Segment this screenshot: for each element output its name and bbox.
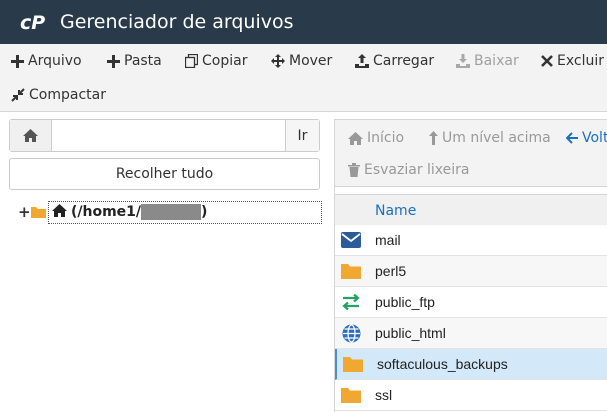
table-row[interactable]: ssl xyxy=(335,380,607,411)
upload-icon xyxy=(355,54,369,68)
plus-icon xyxy=(107,54,120,68)
redacted-username xyxy=(141,204,202,220)
path-input[interactable] xyxy=(52,120,285,151)
plus-icon xyxy=(11,54,24,68)
home-icon xyxy=(348,131,363,145)
folder-icon xyxy=(340,385,362,405)
svg-text:cP: cP xyxy=(20,12,45,33)
compress-button[interactable]: Compactar xyxy=(11,84,106,106)
copy-button[interactable]: Copiar xyxy=(185,50,247,72)
up-one-level-button[interactable]: Um nível acima xyxy=(429,128,551,148)
copy-icon xyxy=(185,54,198,68)
home-icon xyxy=(10,120,52,151)
home-nav-button[interactable]: Início xyxy=(348,128,404,148)
table-row[interactable]: public_ftp xyxy=(335,287,607,318)
trash-icon xyxy=(348,163,360,177)
up-one-level-label: Um nível acima xyxy=(442,130,551,146)
new-file-label: Arquivo xyxy=(28,53,82,69)
path-bar: Ir xyxy=(9,119,320,152)
table-row[interactable]: mail xyxy=(335,225,607,256)
new-folder-label: Pasta xyxy=(124,53,162,69)
download-label: Baixar xyxy=(474,53,519,69)
download-button[interactable]: Baixar xyxy=(456,50,519,72)
folder-icon xyxy=(31,206,46,218)
close-icon xyxy=(541,55,553,67)
tree-root-label: (/home1/) xyxy=(71,204,208,220)
home-nav-label: Início xyxy=(367,130,405,146)
move-arrows-icon xyxy=(271,54,285,68)
go-button[interactable]: Ir xyxy=(285,120,319,151)
home-icon xyxy=(52,203,67,221)
back-label: Volt xyxy=(582,130,607,146)
empty-trash-label: Esvaziar lixeira xyxy=(364,162,470,178)
tree-root-node[interactable]: (/home1/) xyxy=(48,200,322,224)
move-button[interactable]: Mover xyxy=(271,50,332,72)
mail-icon xyxy=(340,230,362,250)
file-name: mail xyxy=(375,232,401,248)
file-name: softaculous_backups xyxy=(377,356,508,372)
file-list-pane: Início Um nível acima Volt Esvaziar lixe… xyxy=(334,119,607,412)
file-name: perl5 xyxy=(375,263,407,279)
collapse-all-button[interactable]: Recolher tudo xyxy=(9,158,320,190)
table-row[interactable]: softaculous_backups xyxy=(335,349,607,380)
folder-icon xyxy=(340,261,362,281)
delete-button[interactable]: Excluir xyxy=(541,50,604,72)
column-name-header[interactable]: Name xyxy=(375,203,416,219)
level-up-icon xyxy=(429,131,438,145)
copy-label: Copiar xyxy=(202,53,248,69)
compress-label: Compactar xyxy=(29,87,106,103)
arrow-left-icon xyxy=(566,132,578,144)
move-label: Mover xyxy=(289,53,333,69)
expand-toggle[interactable]: + xyxy=(18,203,31,221)
download-icon xyxy=(456,54,470,68)
file-name: ssl xyxy=(375,387,393,403)
delete-label: Excluir xyxy=(557,53,604,69)
globe-icon xyxy=(340,323,362,343)
table-row[interactable]: public_html xyxy=(335,318,607,349)
navigation-bar: Início Um nível acima Volt Esvaziar lixe… xyxy=(335,119,607,187)
empty-trash-button[interactable]: Esvaziar lixeira xyxy=(348,160,470,180)
new-file-button[interactable]: Arquivo xyxy=(11,50,82,72)
table-header: Name xyxy=(335,194,607,228)
upload-label: Carregar xyxy=(373,53,435,69)
cpanel-logo-icon: cP xyxy=(20,11,50,33)
table-row[interactable]: perl5 xyxy=(335,256,607,287)
upload-button[interactable]: Carregar xyxy=(355,50,434,72)
app-header: cP Gerenciador de arquivos xyxy=(0,0,607,44)
compress-icon xyxy=(11,88,25,102)
app-title: Gerenciador de arquivos xyxy=(60,11,294,33)
file-name: public_html xyxy=(375,325,446,341)
transfer-arrows-icon xyxy=(340,292,362,312)
new-folder-button[interactable]: Pasta xyxy=(107,50,162,72)
toolbar: Arquivo Pasta Copiar Mover Carregar Baix… xyxy=(0,44,607,112)
folder-icon xyxy=(342,354,364,374)
back-button[interactable]: Volt xyxy=(566,128,607,148)
tree-root: + (/home1/) xyxy=(18,200,322,224)
file-name: public_ftp xyxy=(375,294,435,310)
